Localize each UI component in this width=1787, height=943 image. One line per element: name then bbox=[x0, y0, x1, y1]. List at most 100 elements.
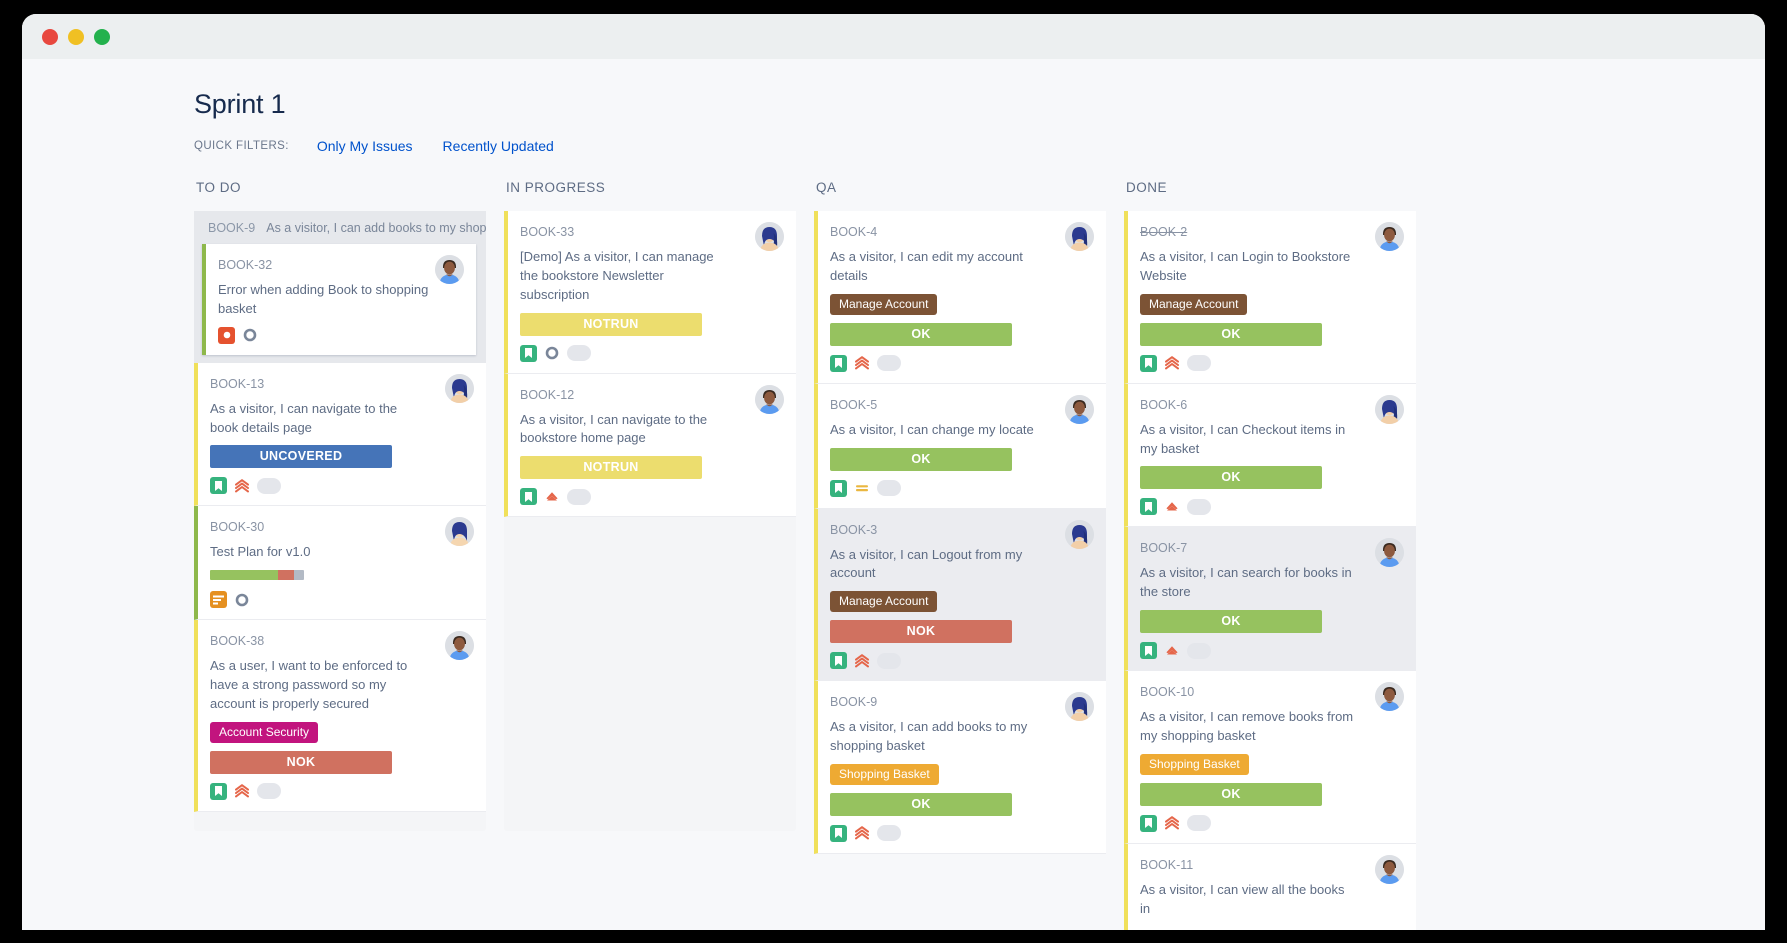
issue-key[interactable]: BOOK-2 bbox=[1140, 225, 1187, 239]
test-status-bar[interactable]: NOTRUN bbox=[520, 312, 702, 336]
issue-key[interactable]: BOOK-6 bbox=[1140, 398, 1187, 412]
window-minimize-button[interactable] bbox=[68, 28, 84, 45]
test-status-bar[interactable]: UNCOVERED bbox=[210, 445, 392, 469]
quick-filters-bar: QUICK FILTERS: Only My Issues Recently U… bbox=[194, 138, 1765, 154]
issue-card[interactable]: BOOK-4 As a visitor, I can edit my accoun… bbox=[814, 211, 1106, 384]
test-status-bar[interactable]: NOK bbox=[830, 620, 1012, 644]
issue-key[interactable]: BOOK-5 bbox=[830, 398, 877, 412]
test-status-bar[interactable]: OK bbox=[830, 322, 1012, 346]
estimate-pill[interactable] bbox=[1187, 815, 1211, 832]
test-status-bar[interactable]: NOK bbox=[210, 750, 392, 774]
avatar[interactable] bbox=[445, 517, 474, 547]
avatar[interactable] bbox=[1065, 519, 1094, 549]
column-card-list[interactable]: BOOK-4 As a visitor, I can edit my accoun… bbox=[814, 211, 1106, 854]
window-maximize-button[interactable] bbox=[94, 28, 110, 45]
issue-key[interactable]: BOOK-4 bbox=[830, 225, 877, 239]
issue-label-chip[interactable]: Shopping Basket bbox=[830, 763, 939, 785]
card-footer bbox=[520, 344, 782, 362]
issue-key[interactable]: BOOK-38 bbox=[210, 634, 264, 648]
issue-card[interactable]: BOOK-12 As a visitor, I can navigate to t… bbox=[504, 373, 796, 518]
issue-key[interactable]: BOOK-7 bbox=[1140, 541, 1187, 555]
avatar[interactable] bbox=[1375, 682, 1404, 712]
card-footer bbox=[210, 782, 472, 800]
priority-highest-icon bbox=[855, 826, 869, 840]
issue-key[interactable]: BOOK-13 bbox=[210, 377, 264, 391]
issue-key[interactable]: BOOK-11 bbox=[1140, 858, 1193, 872]
avatar[interactable] bbox=[1375, 222, 1404, 251]
avatar[interactable] bbox=[1065, 394, 1094, 424]
avatar[interactable] bbox=[1065, 692, 1094, 722]
issue-key[interactable]: BOOK-12 bbox=[520, 388, 574, 402]
issue-card[interactable]: BOOK-32 Error when adding Book to shoppin… bbox=[202, 244, 476, 355]
board-column: DONE BOOK-2 As a visitor, I can Login to B… bbox=[1124, 180, 1434, 930]
issue-key[interactable]: BOOK-32 bbox=[218, 258, 272, 272]
issue-card[interactable]: BOOK-11 As a visitor, I can view all the … bbox=[1124, 843, 1416, 930]
estimate-pill[interactable] bbox=[1187, 642, 1211, 659]
issue-card[interactable]: BOOK-2 As a visitor, I can Login to Books… bbox=[1124, 211, 1416, 384]
estimate-pill[interactable] bbox=[877, 825, 901, 842]
estimate-pill[interactable] bbox=[877, 480, 901, 497]
quick-filter-recently-updated[interactable]: Recently Updated bbox=[443, 138, 554, 154]
test-status-bar[interactable]: OK bbox=[1140, 466, 1322, 490]
issue-card[interactable]: BOOK-38 As a user, I want to be enforced … bbox=[194, 620, 486, 812]
test-status-bar[interactable]: OK bbox=[1140, 610, 1322, 634]
estimate-pill[interactable] bbox=[567, 488, 591, 505]
test-status-bar[interactable]: OK bbox=[1140, 322, 1322, 346]
estimate-pill[interactable] bbox=[257, 477, 281, 494]
avatar[interactable] bbox=[445, 373, 474, 403]
story-icon bbox=[830, 824, 847, 842]
test-status-bar[interactable]: OK bbox=[830, 792, 1012, 816]
estimate-pill[interactable] bbox=[257, 783, 281, 800]
window-close-button[interactable] bbox=[42, 28, 58, 45]
issue-card[interactable]: BOOK-6 As a visitor, I can Checkout items… bbox=[1124, 383, 1416, 528]
issue-label-chip[interactable]: Manage Account bbox=[830, 293, 938, 315]
issue-label-chip[interactable]: Shopping Basket bbox=[1140, 753, 1249, 775]
column-card-list[interactable]: BOOK-9 As a visitor, I can add books to m… bbox=[194, 211, 486, 831]
column-card-list[interactable]: BOOK-33 [Demo] As a visitor, I can manage… bbox=[504, 211, 796, 831]
circle-outline-icon bbox=[243, 328, 257, 342]
estimate-pill[interactable] bbox=[877, 355, 901, 372]
issue-key[interactable]: BOOK-30 bbox=[210, 520, 264, 534]
issue-label-chip[interactable]: Account Security bbox=[210, 721, 319, 743]
issue-key[interactable]: BOOK-33 bbox=[520, 225, 574, 239]
test-status-bar[interactable]: OK bbox=[830, 447, 1012, 471]
test-status-bar[interactable]: NOTRUN bbox=[520, 456, 702, 480]
test-status-bar[interactable]: OK bbox=[1140, 782, 1322, 806]
issue-key[interactable]: BOOK-10 bbox=[1140, 685, 1194, 699]
avatar[interactable] bbox=[445, 631, 474, 661]
card-footer bbox=[1140, 354, 1402, 372]
issue-card[interactable]: BOOK-13 As a visitor, I can navigate to t… bbox=[194, 362, 486, 507]
issue-label-chip[interactable]: Manage Account bbox=[1140, 293, 1248, 315]
issue-card[interactable]: BOOK-5 As a visitor, I can change my loca… bbox=[814, 383, 1106, 509]
estimate-pill[interactable] bbox=[1187, 355, 1211, 372]
avatar[interactable] bbox=[1065, 222, 1094, 251]
avatar[interactable] bbox=[1375, 854, 1404, 884]
issue-card[interactable]: BOOK-10 As a visitor, I can remove books … bbox=[1124, 671, 1416, 844]
priority-highest-icon bbox=[235, 479, 249, 493]
issue-key[interactable]: BOOK-9 bbox=[830, 695, 877, 709]
priority-medium-icon bbox=[855, 481, 869, 495]
card-footer bbox=[1140, 642, 1402, 660]
avatar[interactable] bbox=[1375, 394, 1404, 424]
avatar[interactable] bbox=[755, 222, 784, 251]
issue-card[interactable]: BOOK-7 As a visitor, I can search for boo… bbox=[1124, 527, 1416, 672]
circle-outline-icon bbox=[235, 593, 249, 607]
estimate-pill[interactable] bbox=[567, 345, 591, 362]
issue-summary: As a visitor, I can change my locate bbox=[830, 421, 1034, 437]
avatar[interactable] bbox=[435, 255, 464, 284]
avatar[interactable] bbox=[755, 384, 784, 414]
issue-label-chip[interactable]: Manage Account bbox=[830, 591, 938, 613]
quick-filter-only-my-issues[interactable]: Only My Issues bbox=[317, 138, 413, 154]
estimate-pill[interactable] bbox=[1187, 498, 1211, 515]
issue-card[interactable]: BOOK-9 As a visitor, I can add books to m… bbox=[814, 681, 1106, 854]
column-card-list[interactable]: BOOK-2 As a visitor, I can Login to Books… bbox=[1124, 211, 1416, 930]
issue-card[interactable]: BOOK-3 As a visitor, I can Logout from my… bbox=[814, 508, 1106, 682]
issue-summary: As a visitor, I can add books to my shop… bbox=[830, 719, 1028, 754]
issue-key[interactable]: BOOK-3 bbox=[830, 523, 877, 537]
estimate-pill[interactable] bbox=[877, 652, 901, 669]
avatar[interactable] bbox=[1375, 538, 1404, 568]
task-icon bbox=[210, 591, 227, 609]
issue-card[interactable]: BOOK-33 [Demo] As a visitor, I can manage… bbox=[504, 211, 796, 374]
issue-card[interactable]: BOOK-30 Test Plan for v1.0 bbox=[194, 506, 486, 621]
board-page: Sprint 1 QUICK FILTERS: Only My Issues R… bbox=[22, 59, 1765, 930]
